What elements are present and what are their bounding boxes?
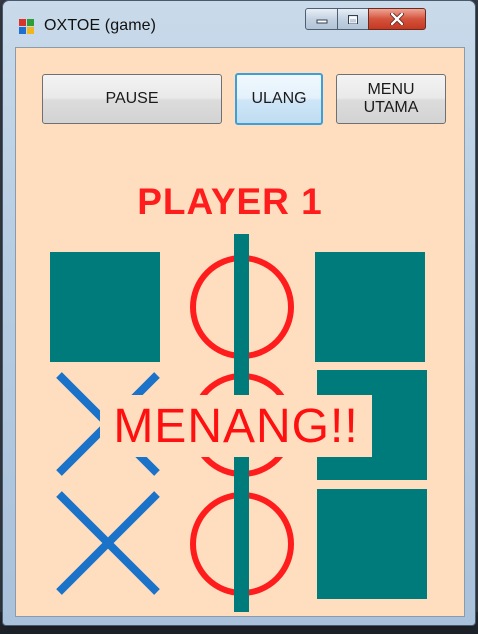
- x-mark: [56, 491, 160, 595]
- board-cell-r3-c1[interactable]: [54, 489, 164, 599]
- square-mark: [317, 489, 427, 599]
- square-mark: [315, 252, 425, 362]
- title-bar[interactable]: OXTOE (game): [3, 1, 475, 47]
- restart-button[interactable]: ULANG: [235, 73, 323, 125]
- maximize-button[interactable]: [337, 8, 369, 30]
- board-cell-r3-c3[interactable]: [317, 489, 427, 599]
- window-title: OXTOE (game): [44, 17, 157, 34]
- square-mark: [50, 252, 160, 362]
- close-button[interactable]: [368, 8, 426, 30]
- minimize-icon: [316, 19, 327, 24]
- maximize-icon: [348, 14, 358, 24]
- main-menu-button[interactable]: MENU UTAMA: [336, 74, 446, 124]
- win-banner: MENANG!!: [100, 395, 372, 457]
- close-icon: [390, 13, 404, 25]
- board-cell-r1-c1[interactable]: [50, 252, 160, 362]
- app-icon: [18, 18, 36, 36]
- current-player-label: PLAYER 1: [137, 181, 323, 222]
- game-window: OXTOE (game) PAUSE ULANG MENU UTAMA PLAY…: [2, 0, 476, 626]
- game-area: PAUSE ULANG MENU UTAMA PLAYER 1 MENANG!!: [15, 47, 465, 617]
- minimize-button[interactable]: [305, 8, 338, 30]
- pause-button[interactable]: PAUSE: [42, 74, 222, 124]
- board-cell-r1-c3[interactable]: [315, 252, 425, 362]
